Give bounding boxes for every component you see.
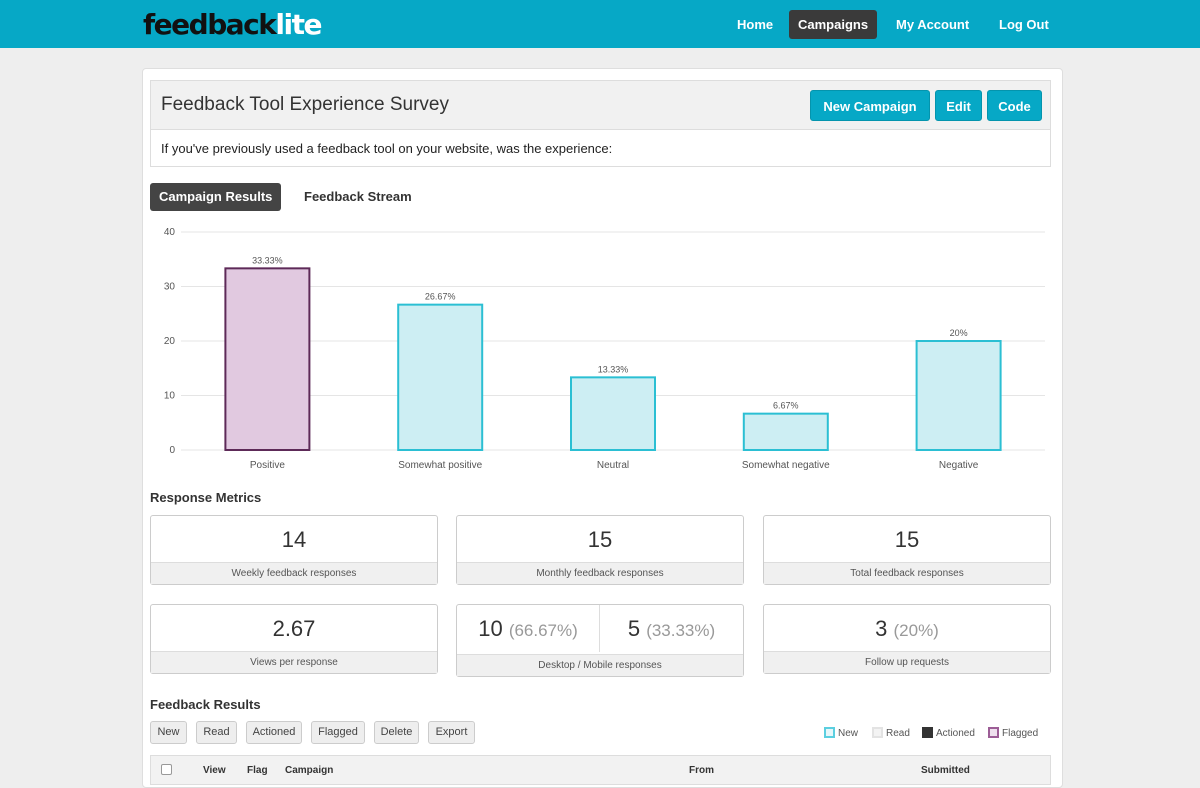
legend-flagged-label: Flagged (1002, 728, 1039, 739)
bar-value-label-2: 13.33% (598, 364, 629, 374)
metric-total-value: 15 (894, 527, 920, 552)
metric-mobile: 5 (33.33%) (600, 605, 743, 652)
select-all-checkbox[interactable] (161, 764, 172, 775)
legend-new: New (824, 727, 858, 740)
legend-read-label: Read (886, 728, 910, 739)
metric-mobile-pct: (33.33%) (646, 621, 716, 640)
bar-2 (570, 376, 656, 451)
nav-my-account[interactable]: My Account (887, 10, 978, 39)
metric-views-value: 2.67 (272, 616, 316, 641)
results-chart: 0 10 20 30 40 33.33% Positive 26.67% Somewhat po… (145, 220, 1055, 480)
edit-button[interactable]: Edit (935, 90, 982, 121)
bar-value-label-3: 6.67% (773, 401, 799, 411)
metric-followup-value: 3 (20%) (764, 605, 1050, 652)
legend-read-swatch (872, 727, 883, 738)
metric-devices-label: Desktop / Mobile responses (457, 654, 743, 676)
response-metrics-heading: Response Metrics (150, 490, 262, 505)
logo[interactable]: feedbacklite (143, 8, 322, 41)
metric-desktop: 10 (66.67%) (457, 605, 600, 652)
metric-views: 2.67 Views per response (150, 604, 438, 674)
code-button[interactable]: Code (987, 90, 1042, 121)
column-campaign[interactable]: Campaign (285, 765, 333, 776)
x-tick-label-2: Neutral (597, 460, 629, 471)
metric-mobile-value: 5 (627, 616, 641, 641)
tab-feedback-stream[interactable]: Feedback Stream (295, 183, 421, 211)
metric-followup-number: 3 (875, 616, 888, 641)
new-campaign-button[interactable]: New Campaign (810, 90, 930, 121)
nav-log-out[interactable]: Log Out (990, 10, 1058, 39)
bar-value-label-1: 26.67% (425, 292, 456, 302)
logo-text-light: lite (275, 8, 322, 41)
metric-monthly-value: 15 (587, 527, 613, 552)
metric-monthly: 15 Monthly feedback responses (456, 515, 744, 585)
export-button[interactable]: Export (428, 721, 475, 744)
y-tick-label-2: 20 (164, 336, 176, 347)
column-view[interactable]: View (203, 765, 226, 776)
column-submitted[interactable]: Submitted (921, 765, 970, 776)
x-tick-label-0: Positive (250, 460, 285, 471)
y-tick-label-0: 0 (169, 445, 175, 456)
x-tick-label-1: Somewhat positive (398, 460, 482, 471)
metric-followup-label: Follow up requests (764, 651, 1050, 673)
delete-button[interactable]: Delete (374, 721, 419, 744)
nav-campaigns[interactable]: Campaigns (789, 10, 878, 39)
legend-new-swatch (824, 727, 835, 738)
x-tick-label-4: Negative (939, 460, 979, 471)
column-flag[interactable]: Flag (247, 765, 268, 776)
nav-home[interactable]: Home (728, 10, 782, 39)
legend-new-label: New (838, 728, 859, 739)
y-tick-label-4: 40 (164, 227, 176, 238)
legend-actioned-label: Actioned (936, 728, 975, 739)
filter-flagged-button[interactable]: Flagged (311, 721, 365, 744)
metric-desktop-pct: (66.67%) (508, 621, 578, 640)
legend-actioned-swatch (922, 727, 933, 738)
campaign-question: If you've previously used a feedback too… (150, 130, 1051, 167)
logo-text-dark: feedback (143, 8, 277, 41)
metric-devices: 10 (66.67%) 5 (33.33%) Desktop / Mobile … (456, 604, 744, 677)
metric-total: 15 Total feedback responses (763, 515, 1051, 585)
page-title: Feedback Tool Experience Survey (161, 94, 449, 115)
bar-value-label-0: 33.33% (252, 255, 283, 265)
y-tick-label-3: 30 (164, 282, 176, 293)
filter-new-button[interactable]: New (150, 721, 187, 744)
tab-campaign-results[interactable]: Campaign Results (150, 183, 282, 211)
bar-value-label-4: 20% (950, 328, 968, 338)
metric-total-label: Total feedback responses (764, 562, 1050, 584)
metric-views-label: Views per response (151, 651, 437, 673)
metric-weekly-label: Weekly feedback responses (151, 562, 437, 584)
y-tick-label-1: 10 (164, 391, 176, 402)
metric-followup: 3 (20%) Follow up requests (763, 604, 1051, 674)
bar-4 (915, 340, 1002, 451)
filter-actioned-button[interactable]: Actioned (246, 721, 302, 744)
metric-monthly-label: Monthly feedback responses (457, 562, 743, 584)
legend-flagged: Flagged (988, 727, 1038, 740)
metric-weekly: 14 Weekly feedback responses (150, 515, 438, 585)
metric-weekly-value: 14 (281, 527, 307, 552)
metric-desktop-value: 10 (478, 616, 503, 641)
x-tick-label-3: Somewhat negative (742, 460, 830, 471)
legend-actioned: Actioned (922, 727, 975, 740)
bar-0 (224, 267, 311, 451)
campaign-header: Feedback Tool Experience Survey New Camp… (150, 80, 1051, 130)
metric-followup-pct: (20%) (893, 621, 939, 640)
feedback-results-heading: Feedback Results (150, 697, 261, 712)
results-table-header: View Flag Campaign From Submitted (150, 755, 1051, 785)
bar-1 (397, 303, 484, 451)
top-bar: feedbacklite Home Campaigns My Account L… (0, 0, 1200, 48)
legend-read: Read (872, 727, 910, 740)
bar-chart-svg: 0 10 20 30 40 33.33% Positive 26.67% Somewhat po… (164, 227, 1045, 471)
legend-flagged-swatch (988, 727, 999, 738)
column-from[interactable]: From (689, 765, 714, 776)
bar-3 (742, 412, 829, 451)
filter-read-button[interactable]: Read (196, 721, 237, 744)
